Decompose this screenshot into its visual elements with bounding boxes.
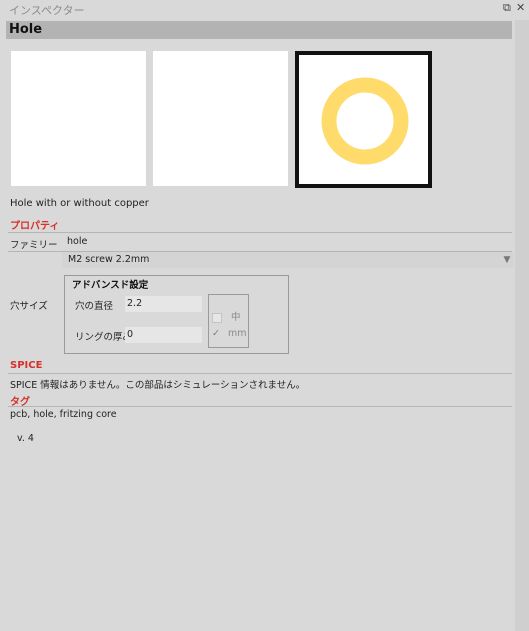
window-title: インスペクター — [9, 4, 85, 17]
part-title: Hole — [9, 22, 43, 37]
scrollbar[interactable] — [515, 20, 529, 631]
checkbox-icon — [212, 312, 222, 323]
ring-thickness-label: リングの厚み — [75, 332, 133, 343]
divider — [8, 373, 512, 374]
schematic-preview[interactable] — [153, 51, 288, 186]
version-text: v. 4 — [17, 433, 34, 444]
close-icon[interactable]: ✕ — [516, 2, 525, 14]
copper-ring-icon — [321, 77, 409, 165]
unit-option-in[interactable]: 中 — [212, 309, 241, 323]
check-icon: ✓ — [212, 328, 220, 339]
advanced-settings-group: アドバンスド設定 穴の直径 2.2 リングの厚み 0 中 ✓ mm — [64, 275, 289, 354]
part-description: Hole with or without copper — [10, 198, 149, 209]
hole-diameter-input[interactable]: 2.2 — [125, 296, 202, 312]
family-label: ファミリー — [10, 240, 58, 251]
divider — [8, 406, 512, 407]
divider — [8, 232, 512, 233]
unit-option-mm[interactable]: ✓ mm — [212, 328, 247, 339]
hole-size-label: 穴サイズ — [10, 301, 48, 312]
variant-selected-value: M2 screw 2.2mm — [68, 254, 150, 265]
title-bar: インスペクター ⧉ ✕ — [0, 0, 529, 18]
variant-dropdown[interactable]: M2 screw 2.2mm ▼ — [62, 252, 514, 268]
hole-diameter-value: 2.2 — [127, 298, 143, 309]
unit-selector: 中 ✓ mm — [208, 294, 249, 348]
spice-section-title: SPICE — [10, 360, 43, 371]
part-title-bar: Hole — [6, 21, 512, 39]
breadboard-preview[interactable] — [11, 51, 146, 186]
family-value: hole — [67, 236, 88, 247]
chevron-down-icon[interactable]: ▼ — [501, 253, 513, 267]
hole-diameter-label: 穴の直径 — [75, 301, 114, 312]
tags-text: pcb, hole, fritzing core — [10, 409, 117, 420]
properties-section-title: プロパティ — [10, 221, 60, 232]
spice-info-text: SPICE 情報はありません。この部品はシミュレーションされません。 — [10, 380, 306, 391]
advanced-settings-title: アドバンスド設定 — [72, 280, 149, 291]
ring-thickness-value: 0 — [127, 329, 134, 340]
pcb-preview[interactable] — [295, 51, 432, 188]
ring-thickness-input[interactable]: 0 — [125, 327, 202, 343]
float-icon[interactable]: ⧉ — [503, 2, 511, 14]
